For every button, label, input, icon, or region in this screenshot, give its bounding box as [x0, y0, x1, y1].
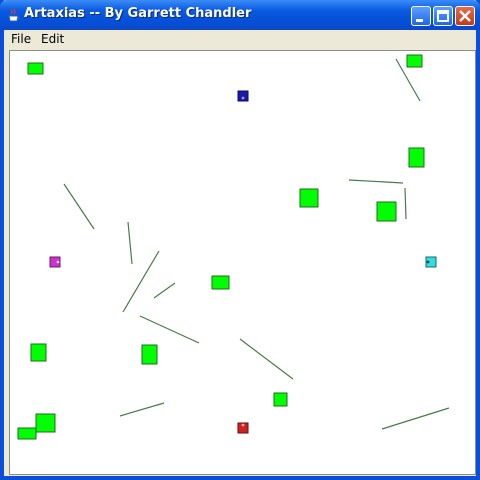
green-block: [35, 413, 56, 433]
obstacle-line: [381, 407, 450, 430]
magenta-player-dot: [56, 260, 60, 264]
green-block: [273, 392, 288, 407]
green-block: [30, 343, 47, 362]
obstacle-line: [127, 221, 133, 265]
obstacle-line: [404, 187, 407, 220]
blue-player-dot: [241, 96, 245, 100]
obstacle-line: [139, 315, 200, 344]
red-player-dot: [241, 423, 245, 427]
close-button[interactable]: [455, 6, 475, 26]
green-block: [408, 147, 425, 168]
green-block: [406, 54, 423, 68]
close-icon: [459, 10, 471, 22]
obstacle-line: [348, 179, 404, 184]
obstacle-line: [119, 402, 165, 417]
menu-file[interactable]: File: [11, 32, 31, 46]
title-bar[interactable]: Artaxias -- By Garrett Chandler: [0, 0, 480, 30]
obstacle-line: [239, 338, 294, 380]
green-blocks: [17, 54, 425, 440]
obstacle-line: [122, 250, 160, 313]
players: [49, 90, 437, 434]
minimize-button[interactable]: [411, 6, 431, 26]
obstacle-line: [153, 282, 176, 299]
obstacle-lines: [63, 58, 450, 430]
game-field: [17, 54, 450, 440]
green-block: [27, 62, 44, 75]
game-canvas[interactable]: [9, 50, 476, 475]
maximize-button[interactable]: [433, 6, 453, 26]
green-block: [17, 427, 37, 440]
green-block: [376, 201, 397, 222]
blue-player-icon: [237, 90, 249, 102]
menu-bar: File Edit: [4, 30, 476, 48]
green-block: [141, 344, 158, 365]
app-window: Artaxias -- By Garrett Chandler File Edi…: [0, 0, 480, 480]
green-block: [211, 275, 230, 290]
window-title: Artaxias -- By Garrett Chandler: [24, 6, 252, 21]
java-cup-icon: [8, 9, 20, 22]
green-block: [299, 188, 319, 208]
cyan-player-dot: [426, 260, 430, 264]
menu-edit[interactable]: Edit: [41, 32, 64, 46]
minimize-icon: [416, 19, 423, 22]
maximize-icon: [437, 10, 449, 22]
obstacle-line: [63, 183, 95, 230]
